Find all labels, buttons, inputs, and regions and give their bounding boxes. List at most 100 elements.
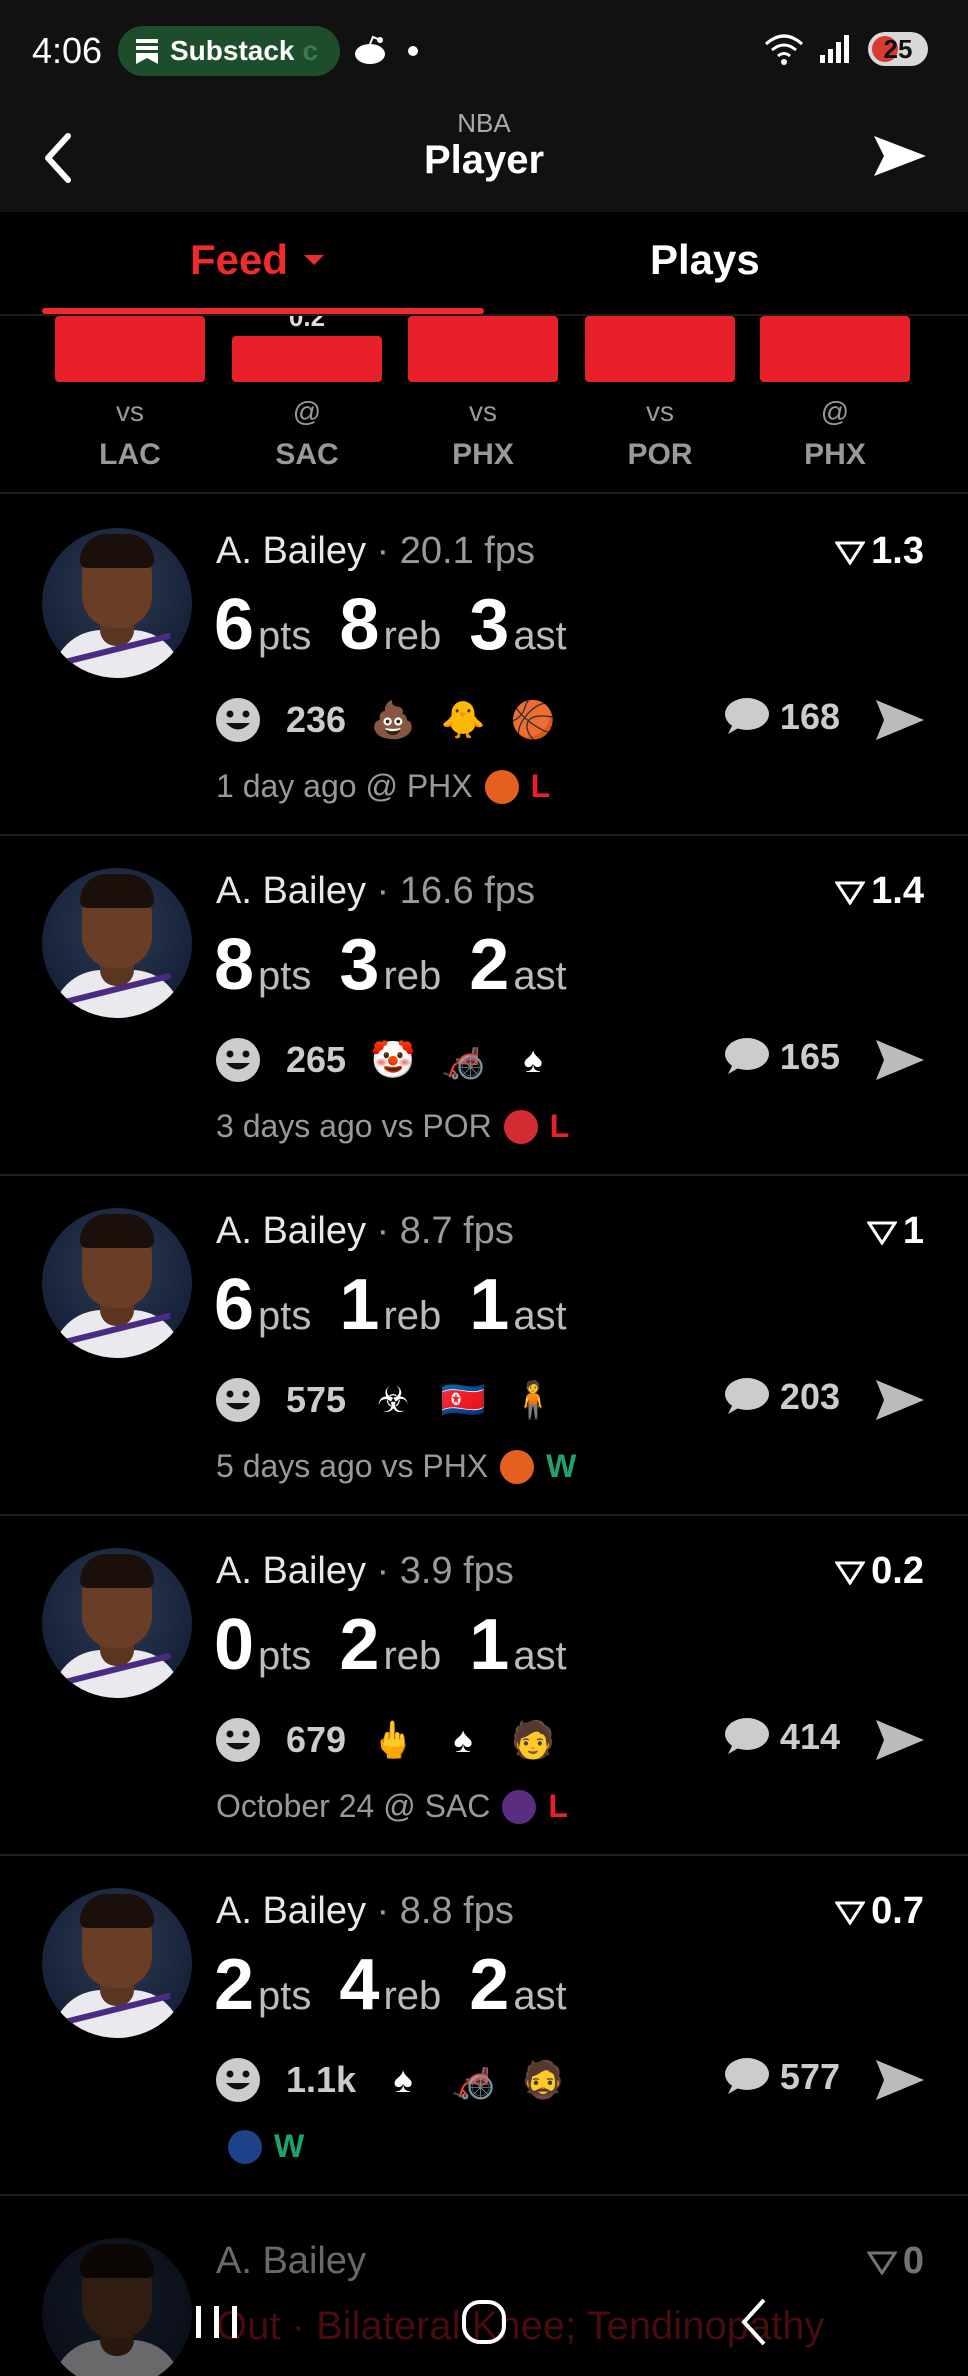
avatar[interactable] — [42, 1888, 192, 2038]
caret-down-icon — [304, 255, 325, 265]
wifi-icon — [765, 34, 803, 65]
game-strip-bar — [585, 316, 735, 382]
stat-assists: 2 — [469, 925, 510, 1005]
reaction-emoji[interactable]: 💩 — [370, 697, 416, 743]
reaction-emoji[interactable]: 🤡 — [370, 1037, 416, 1083]
game-strip-item[interactable]: vs POR — [585, 316, 735, 492]
comment-icon — [724, 2058, 769, 2094]
game-meta: October 24 @ SAC L — [216, 1788, 568, 1825]
avatar[interactable] — [42, 868, 192, 1018]
recent-apps-icon[interactable] — [182, 2286, 252, 2356]
reaction-emoji[interactable]: 🧔 — [520, 2057, 566, 2103]
reaction-count: 1.1k — [286, 2059, 357, 2100]
avatar[interactable] — [42, 1208, 192, 1358]
share-icon[interactable] — [872, 692, 928, 748]
reaction-emoji[interactable]: ☣ — [370, 1377, 416, 1423]
fantasy-points: · 16.6 fps — [376, 870, 535, 912]
game-strip-item[interactable]: vs PHX — [408, 316, 558, 492]
stat-line: 8 pts 3 reb 2 ast — [214, 925, 567, 1005]
battery-indicator: 25 — [868, 32, 928, 66]
game-strip-item[interactable]: 0.2 @ SAC — [232, 316, 382, 492]
comments-button[interactable]: 168 — [722, 696, 840, 738]
reaction-emoji[interactable]: 🧑 — [510, 1717, 556, 1763]
tab-feed-label: Feed — [190, 236, 289, 283]
team-logo-icon — [500, 1449, 535, 1484]
share-icon[interactable] — [872, 1032, 928, 1088]
rating: 0.2 — [835, 1550, 924, 1593]
game-strip: vs LAC 0.2 @ SAC vs PHX vs POR @ PHX — [0, 316, 968, 494]
home-icon[interactable] — [450, 2286, 520, 2356]
fantasy-points: · 3.9 fps — [376, 1550, 514, 1592]
comment-count: 414 — [779, 1716, 840, 1757]
feed-card[interactable]: A. Bailey · 16.6 fps 1.4 8 pts 3 reb 2 ast 265 🤡 🦽… — [0, 836, 968, 1176]
tab-plays[interactable]: Plays — [650, 236, 760, 284]
reaction-emoji[interactable]: 🇰🇵 — [440, 1377, 486, 1423]
fantasy-points: · 8.8 fps — [376, 1890, 514, 1932]
share-icon[interactable] — [872, 2052, 928, 2108]
game-strip-opponent: LAC — [99, 438, 161, 471]
game-strip-item[interactable]: @ PHX — [760, 316, 910, 492]
game-strip-bar — [408, 316, 558, 382]
feed-card[interactable]: A. Bailey · 8.7 fps 1 6 pts 1 reb 1 ast 575 ☣ 🇰🇵 🧍 2… — [0, 1176, 968, 1516]
react-smile-icon — [216, 698, 260, 742]
reaction-emoji[interactable]: 🦽 — [440, 1037, 486, 1083]
comments-button[interactable]: 414 — [722, 1716, 840, 1758]
reaction-bar[interactable]: 236 💩 🐥 🏀 — [214, 696, 556, 744]
reaction-emoji[interactable]: 🖕 — [370, 1717, 416, 1763]
rating-icon — [835, 1561, 866, 1585]
stat-points: 8 — [214, 925, 255, 1005]
reaction-bar[interactable]: 1.1k ♠ 🦽 🧔 — [214, 2056, 566, 2104]
comments-button[interactable]: 203 — [722, 1376, 840, 1418]
notification-dot — [408, 46, 418, 56]
feed-card[interactable]: A. Bailey · 20.1 fps 1.3 6 pts 8 reb 3 ast 236 💩 🐥… — [0, 496, 968, 836]
game-strip-item[interactable]: vs LAC — [55, 316, 205, 492]
rating-icon — [835, 1901, 866, 1925]
reaction-emoji[interactable]: 🧍 — [510, 1377, 556, 1423]
rating-icon — [866, 1221, 897, 1245]
reaction-count: 679 — [286, 1719, 347, 1760]
share-icon[interactable] — [870, 126, 930, 186]
share-icon[interactable] — [872, 1712, 928, 1768]
rating: 1 — [866, 1210, 924, 1253]
avatar[interactable] — [42, 528, 192, 678]
reaction-bar[interactable]: 265 🤡 🦽 ♠ — [214, 1036, 556, 1084]
react-smile-icon — [216, 1038, 260, 1082]
feed-card[interactable]: A. Bailey · 8.8 fps 0.7 2 pts 4 reb 2 ast 1.1k ♠ 🦽… — [0, 1856, 968, 2196]
comment-icon — [724, 1378, 769, 1414]
comments-button[interactable]: 165 — [722, 1036, 840, 1078]
game-strip-opponent: PHX — [804, 438, 866, 471]
reaction-emoji[interactable]: ♠ — [440, 1717, 486, 1763]
reaction-emoji[interactable]: 🏀 — [510, 697, 556, 743]
comment-icon — [724, 698, 769, 734]
share-icon[interactable] — [872, 1372, 928, 1428]
game-strip-bar — [55, 316, 205, 382]
rating-icon — [835, 881, 866, 905]
game-strip-location: vs — [116, 396, 144, 427]
reaction-emoji[interactable]: ♠ — [380, 2057, 426, 2103]
reaction-bar[interactable]: 679 🖕 ♠ 🧑 — [214, 1716, 556, 1764]
avatar[interactable] — [42, 1548, 192, 1698]
game-time: 5 days ago vs PHX — [216, 1448, 489, 1484]
reaction-bar[interactable]: 575 ☣ 🇰🇵 🧍 — [214, 1376, 556, 1424]
signal-icon — [820, 35, 849, 63]
game-strip-location: vs — [646, 396, 674, 427]
status-bar: 4:06 Substack c 25 — [0, 0, 968, 104]
player-name: A. Bailey · 16.6 fps — [216, 870, 535, 912]
reaction-emoji[interactable]: 🐥 — [440, 697, 486, 743]
tab-feed[interactable]: Feed — [190, 236, 326, 284]
game-strip-location: @ — [820, 396, 850, 427]
status-icons: 25 — [764, 32, 928, 66]
comments-button[interactable]: 577 — [722, 2056, 840, 2098]
reaction-emoji[interactable]: 🦽 — [450, 2057, 496, 2103]
reaction-emoji[interactable]: ♠ — [510, 1037, 556, 1083]
feed-card[interactable]: A. Bailey · 3.9 fps 0.2 0 pts 2 reb 1 ast 679 🖕 ♠ 🧑… — [0, 1516, 968, 1856]
comment-icon — [724, 1718, 769, 1754]
game-strip-location: @ — [292, 396, 322, 427]
app-header: NBA Player — [0, 104, 968, 212]
rating-icon — [835, 541, 866, 565]
status-time: 4:06 — [32, 30, 103, 71]
fantasy-points: · 8.7 fps — [376, 1210, 514, 1252]
notification-pill[interactable]: Substack c — [118, 26, 340, 76]
game-meta: 3 days ago vs POR L — [216, 1108, 569, 1145]
nav-back-icon[interactable] — [720, 2286, 790, 2356]
